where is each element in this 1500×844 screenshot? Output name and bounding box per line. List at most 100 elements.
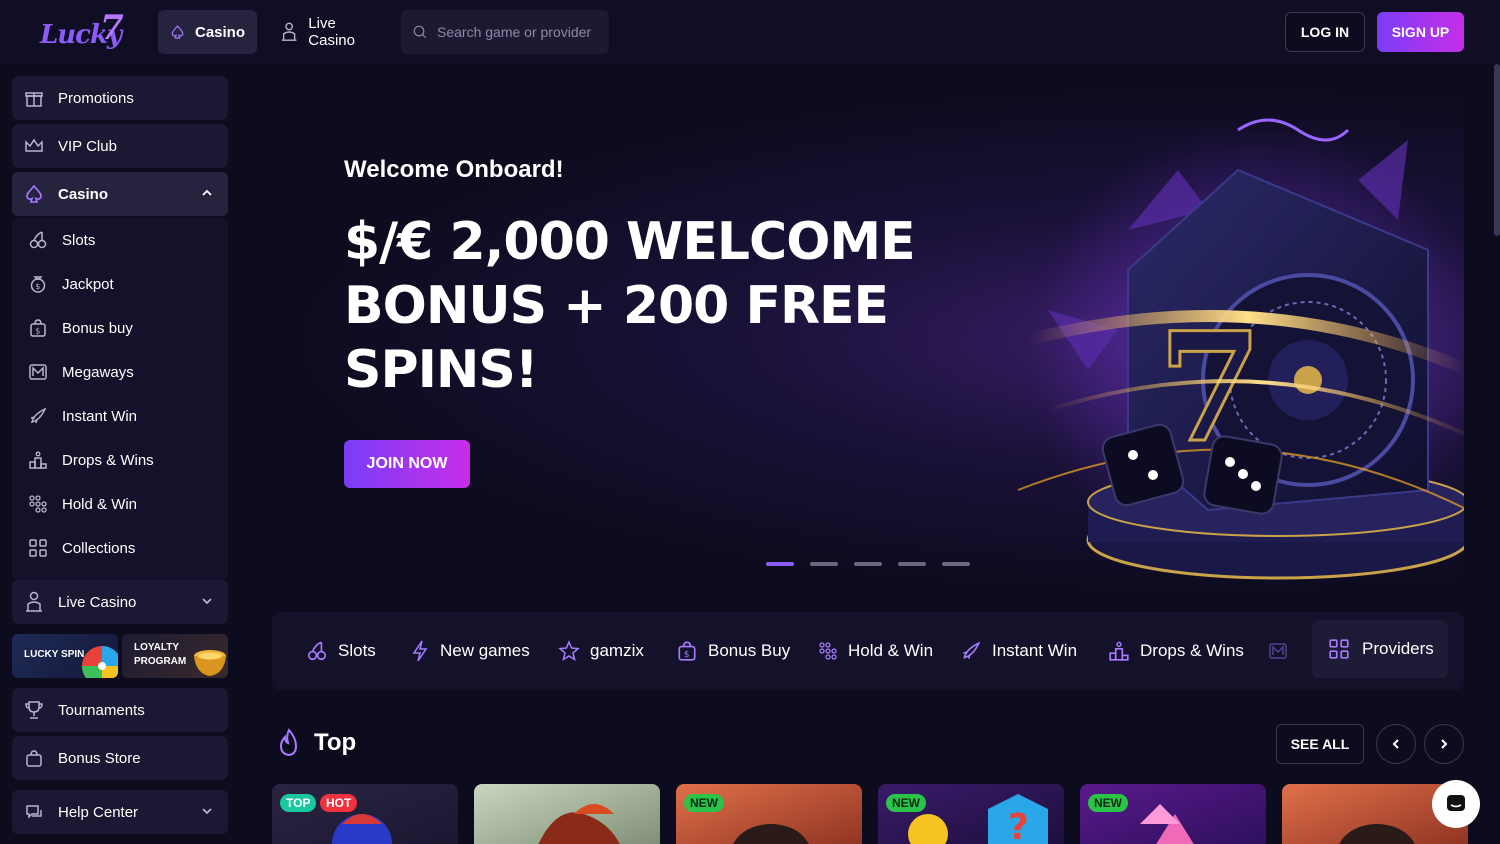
game-card[interactable] — [474, 784, 660, 844]
nav-casino-label: Casino — [194, 23, 245, 41]
carousel-dot[interactable] — [766, 562, 794, 566]
category-gamzix[interactable]: gamzix — [558, 634, 644, 668]
dealer-icon — [26, 591, 42, 612]
game-card[interactable]: TOP HOT — [272, 784, 458, 844]
game-card[interactable]: ? NEW — [878, 784, 1064, 844]
sidebar-item-tournaments[interactable]: Tournaments — [12, 688, 228, 732]
sidebar-item-label: Tournaments — [58, 701, 145, 719]
cherry-icon — [307, 641, 327, 661]
sidebar-item-label: Bonus Store — [58, 749, 141, 767]
casino-submenu: Slots $ Jackpot $ Bonus buy Megaways Ins… — [12, 218, 228, 580]
spade-icon — [171, 25, 184, 39]
loyalty-line-2: PROGRAM — [134, 656, 187, 667]
megaways-icon — [1269, 643, 1287, 659]
carousel-dot[interactable] — [942, 562, 970, 566]
category-label: Bonus Buy — [708, 641, 791, 660]
chevron-up-icon — [202, 189, 212, 196]
sidebar-item-vip[interactable]: VIP Club — [12, 124, 228, 168]
category-hold-win[interactable]: Hold & Win — [818, 634, 933, 668]
category-slots[interactable]: Slots — [306, 634, 376, 668]
live-chat-button[interactable] — [1432, 780, 1480, 828]
sidebar-item-bonus-buy[interactable]: $ Bonus buy — [28, 306, 218, 350]
nav-live-casino-label: Live Casino — [308, 15, 355, 49]
category-new-games[interactable]: New games — [410, 634, 530, 668]
sidebar-item-hold-win[interactable]: Hold & Win — [28, 482, 218, 526]
rocket-icon — [30, 407, 47, 424]
see-all-button[interactable]: SEE ALL — [1276, 724, 1364, 764]
carousel-dot[interactable] — [854, 562, 882, 566]
grid-icon — [1329, 639, 1349, 659]
carousel-dot[interactable] — [810, 562, 838, 566]
nav-casino[interactable]: Casino — [158, 10, 257, 54]
category-bonus-buy[interactable]: $ Bonus Buy — [676, 634, 790, 668]
help-chat-icon — [26, 805, 42, 819]
sidebar-item-label: Instant Win — [62, 407, 138, 425]
join-now-button[interactable]: JOIN NOW — [344, 440, 470, 488]
sidebar-item-live-casino[interactable]: Live Casino — [12, 580, 228, 624]
sidebar-item-label: Bonus buy — [62, 319, 133, 337]
game-card[interactable]: NEW — [676, 784, 862, 844]
bonus-buy-icon: $ — [30, 319, 46, 337]
dots-grid-icon — [29, 495, 47, 513]
search-icon — [413, 25, 427, 39]
site-logo[interactable]: Lucky 7 — [38, 8, 128, 54]
sidebar-item-bonus-store[interactable]: Bonus Store — [12, 736, 228, 780]
category-label: Drops & Wins — [1140, 641, 1244, 660]
sidebar-item-jackpot[interactable]: $ Jackpot — [28, 262, 218, 306]
dealer-icon — [281, 22, 297, 41]
cherry-icon — [29, 231, 47, 249]
carousel-next-button[interactable] — [1424, 724, 1464, 764]
svg-text:$: $ — [35, 282, 40, 291]
category-label: Providers — [1362, 639, 1434, 658]
signup-button[interactable]: SIGN UP — [1377, 12, 1464, 52]
sidebar-item-drops-wins[interactable]: Drops & Wins — [28, 438, 218, 482]
search-input[interactable] — [437, 24, 597, 40]
carousel-prev-button[interactable] — [1376, 724, 1416, 764]
flame-icon — [279, 728, 298, 757]
sidebar: Promotions VIP Club Casino Slots $ Jackp… — [0, 64, 240, 844]
page-scrollbar[interactable] — [1494, 64, 1500, 236]
lucky-spin-label: LUCKY SPIN — [24, 649, 85, 660]
sidebar-item-label: Hold & Win — [62, 495, 138, 513]
login-button[interactable]: LOG IN — [1285, 12, 1365, 52]
category-label: Hold & Win — [848, 641, 934, 660]
shopping-bag-icon — [26, 750, 42, 767]
sidebar-item-label: Collections — [62, 539, 136, 557]
sidebar-item-label: Live Casino — [58, 593, 137, 611]
sidebar-item-label: Promotions — [58, 89, 134, 107]
money-bag-icon: $ — [30, 276, 46, 293]
sidebar-item-label: VIP Club — [58, 137, 117, 155]
section-title-top: Top — [276, 728, 356, 758]
category-megaways[interactable] — [1268, 634, 1288, 668]
loyalty-program-tile[interactable]: LOYALTY PROGRAM — [122, 634, 228, 678]
category-providers[interactable]: Providers — [1312, 620, 1448, 678]
game-card[interactable]: NEW — [1080, 784, 1266, 844]
chevron-right-icon — [1441, 739, 1448, 749]
game-thumbnail: ? — [908, 794, 1048, 844]
slot-machine-illustration: 7 — [1017, 118, 1464, 580]
sidebar-item-label: Megaways — [62, 363, 134, 381]
category-instant-win[interactable]: Instant Win — [960, 634, 1077, 668]
carousel-dot[interactable] — [898, 562, 926, 566]
megaways-icon — [29, 364, 47, 380]
carousel-indicators — [766, 562, 970, 566]
loyalty-line-1: LOYALTY — [134, 642, 180, 653]
svg-text:?: ? — [1008, 807, 1029, 844]
game-thumbnail — [538, 804, 620, 844]
lucky-spin-tile[interactable]: LUCKY SPIN — [12, 634, 118, 678]
sidebar-item-label: Help Center — [58, 803, 139, 821]
sidebar-item-casino[interactable]: Casino — [12, 172, 228, 216]
sidebar-item-megaways[interactable]: Megaways — [28, 350, 218, 394]
search-bar[interactable] — [401, 10, 609, 54]
sidebar-item-instant-win[interactable]: Instant Win — [28, 394, 218, 438]
grid-icon — [29, 539, 47, 557]
category-drops-wins[interactable]: Drops & Wins — [1108, 634, 1244, 668]
nav-live-casino[interactable]: Live Casino — [268, 10, 392, 54]
badge-new: NEW — [886, 794, 926, 812]
sidebar-item-slots[interactable]: Slots — [28, 218, 218, 262]
sidebar-item-help-center[interactable]: Help Center — [12, 790, 228, 834]
star-icon — [558, 640, 580, 661]
sidebar-item-collections[interactable]: Collections — [28, 526, 218, 570]
wheel-icon — [82, 646, 118, 678]
sidebar-item-promotions[interactable]: Promotions — [12, 76, 228, 120]
